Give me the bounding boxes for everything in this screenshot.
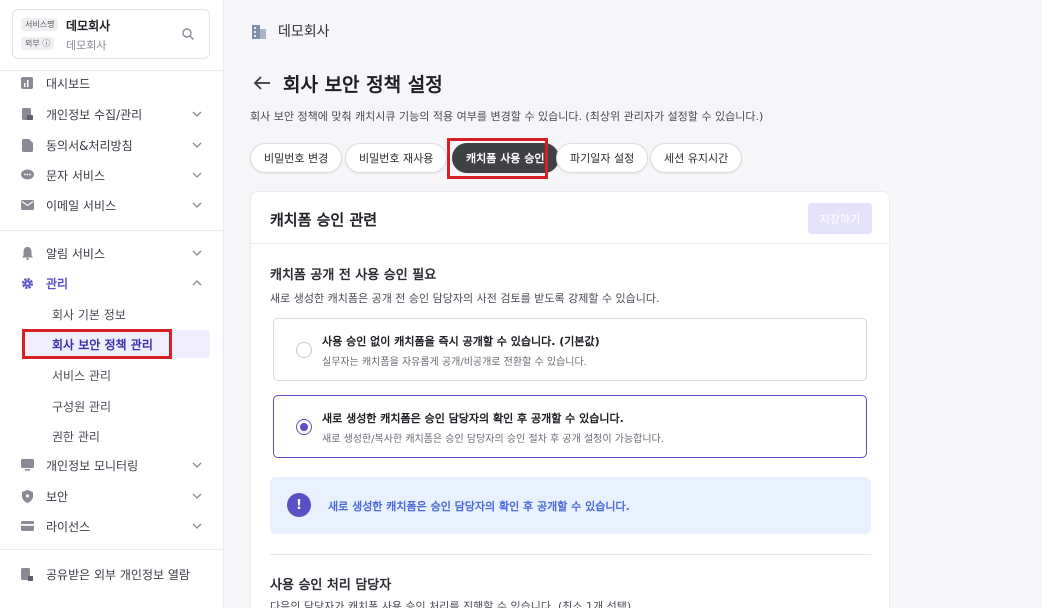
sidebar-item-label: 대시보드	[46, 76, 91, 91]
section-title-approvers: 사용 승인 처리 담당자	[270, 578, 392, 593]
sidebar-divider	[0, 230, 224, 231]
section-description-approvers: 다음의 담당자가 캐치폼 사용 승인 처리를 진행할 수 있습니다. (최소 1…	[270, 600, 632, 608]
chevron-down-icon	[192, 111, 202, 117]
page-description: 회사 보안 정책에 맞춰 캐치시큐 기능의 적용 여부를 변경할 수 있습니다.…	[250, 110, 764, 123]
option-description: 실무자는 캐치폼을 자유롭게 공개/비공개로 전환할 수 있습니다.	[322, 357, 587, 368]
chevron-down-icon	[192, 250, 202, 256]
chevron-down-icon	[192, 172, 202, 178]
radio-no-approval[interactable]	[296, 342, 312, 358]
document-icon	[20, 138, 34, 152]
app-window: 서비스명 외부 ⓘ 데모회사 데모회사 대시보드 개인정보 수집/관리 동의서&…	[0, 0, 1042, 608]
sidebar-item-email[interactable]: 이메일 서비스	[12, 192, 210, 218]
sidebar-item-label: 개인정보 수집/관리	[46, 107, 143, 122]
chevron-down-icon	[192, 523, 202, 529]
breadcrumb: 데모회사	[250, 21, 330, 41]
chat-bubble-icon	[20, 168, 34, 182]
tab-password-change[interactable]: 비밀번호 변경	[250, 143, 343, 173]
sidebar-item-monitoring[interactable]: 개인정보 모니터링	[12, 452, 210, 478]
sidebar-item-security[interactable]: 보안	[12, 483, 210, 509]
building-icon	[252, 25, 266, 39]
panel-header: 캐치폼 승인 관련 저장하기	[251, 192, 891, 244]
external-tag: 외부 ⓘ	[21, 37, 55, 50]
document-lock-icon	[20, 107, 34, 121]
sidebar-item-notification[interactable]: 알림 서비스	[12, 240, 210, 266]
sidebar-item-label: 공유받은 외부 개인정보 열람	[46, 567, 190, 582]
tab-session-timeout[interactable]: 세션 유지시간	[650, 143, 743, 173]
save-button[interactable]: 저장하기	[808, 203, 872, 234]
submenu-security-policy[interactable]: 회사 보안 정책 관리	[22, 330, 210, 358]
option-description: 새로 생성한/복사한 캐치폼은 승인 담당자의 승인 절차 후 공개 설정이 가…	[322, 434, 664, 445]
sidebar-item-label: 이메일 서비스	[46, 198, 117, 213]
sidebar-item-admin[interactable]: 관리	[12, 270, 210, 296]
submenu-company-info[interactable]: 회사 기본 정보	[22, 300, 210, 328]
card-icon	[20, 519, 34, 533]
org-name: 데모회사	[66, 19, 111, 33]
back-arrow-icon[interactable]	[252, 73, 272, 93]
chevron-down-icon	[192, 493, 202, 499]
option-title: 새로 생성한 캐치폼은 승인 담당자의 확인 후 공개할 수 있습니다.	[322, 412, 624, 425]
tab-catchform-approval[interactable]: 캐치폼 사용 승인	[452, 143, 559, 173]
breadcrumb-org: 데모회사	[278, 24, 330, 40]
bell-icon	[20, 246, 34, 260]
sidebar-item-label: 개인정보 모니터링	[46, 458, 139, 473]
org-switcher[interactable]: 서비스명 외부 ⓘ 데모회사 데모회사	[12, 9, 210, 59]
sidebar-item-label: 문자 서비스	[46, 168, 106, 183]
service-tag: 서비스명	[21, 18, 59, 31]
search-icon[interactable]	[181, 27, 195, 41]
sidebar-item-label: 관리	[46, 276, 69, 291]
sidebar-item-dashboard[interactable]: 대시보드	[12, 70, 210, 96]
submenu-permission-manage[interactable]: 권한 관리	[22, 422, 210, 450]
sidebar-item-label: 보안	[46, 489, 69, 504]
chevron-down-icon	[192, 142, 202, 148]
submenu-member-manage[interactable]: 구성원 관리	[22, 392, 210, 420]
section-description-approval: 새로 생성한 캐치폼은 공개 전 승인 담당자의 사전 검토를 받도록 강제할 …	[270, 292, 660, 305]
option-title: 사용 승인 없이 캐치폼을 즉시 공개할 수 있습니다. (기본값)	[322, 335, 600, 348]
section-title-approval: 캐치폼 공개 전 사용 승인 필요	[270, 268, 437, 283]
sidebar-item-shared-data[interactable]: 공유받은 외부 개인정보 열람	[12, 561, 210, 587]
panel-title: 캐치폼 승인 관련	[270, 211, 378, 229]
mail-icon	[20, 198, 34, 212]
sidebar-divider	[0, 549, 224, 550]
page-title: 회사 보안 정책 설정	[283, 74, 443, 96]
sidebar: 서비스명 외부 ⓘ 데모회사 데모회사 대시보드 개인정보 수집/관리 동의서&…	[0, 0, 224, 608]
tab-password-reuse[interactable]: 비밀번호 재사용	[345, 143, 448, 173]
monitor-icon	[20, 458, 34, 472]
chevron-down-icon	[192, 462, 202, 468]
panel-divider	[270, 554, 871, 555]
radio-require-approval[interactable]	[296, 419, 312, 435]
sidebar-item-label: 라이선스	[46, 519, 91, 534]
chevron-down-icon	[192, 202, 202, 208]
option-no-approval[interactable]: 사용 승인 없이 캐치폼을 즉시 공개할 수 있습니다. (기본값) 실무자는 …	[273, 318, 867, 381]
dashboard-icon	[20, 76, 34, 90]
chevron-up-icon	[192, 280, 202, 286]
settings-panel: 캐치폼 승인 관련 저장하기 캐치폼 공개 전 사용 승인 필요 새로 생성한 …	[250, 191, 891, 608]
sidebar-item-label: 알림 서비스	[46, 246, 106, 261]
sidebar-item-privacy-collect[interactable]: 개인정보 수집/관리	[12, 101, 210, 127]
gear-icon	[20, 276, 34, 290]
sidebar-item-consent[interactable]: 동의서&처리방침	[12, 132, 210, 158]
option-require-approval[interactable]: 새로 생성한 캐치폼은 승인 담당자의 확인 후 공개할 수 있습니다. 새로 …	[273, 395, 867, 458]
info-circle-icon: ⓘ	[42, 39, 51, 48]
sidebar-item-sms[interactable]: 문자 서비스	[12, 162, 210, 188]
submenu-service-manage[interactable]: 서비스 관리	[22, 361, 210, 389]
info-notice: ! 새로 생성한 캐치폼은 승인 담당자의 확인 후 공개할 수 있습니다.	[270, 477, 871, 534]
info-icon: !	[287, 493, 311, 517]
shared-doc-icon	[20, 567, 34, 581]
org-subname: 데모회사	[66, 39, 107, 52]
sidebar-item-license[interactable]: 라이선스	[12, 513, 210, 539]
shield-icon	[20, 489, 34, 503]
sidebar-item-label: 동의서&처리방침	[46, 138, 133, 153]
tab-destruction-date[interactable]: 파기일자 설정	[556, 143, 649, 173]
info-text: 새로 생성한 캐치폼은 승인 담당자의 확인 후 공개할 수 있습니다.	[328, 500, 630, 513]
